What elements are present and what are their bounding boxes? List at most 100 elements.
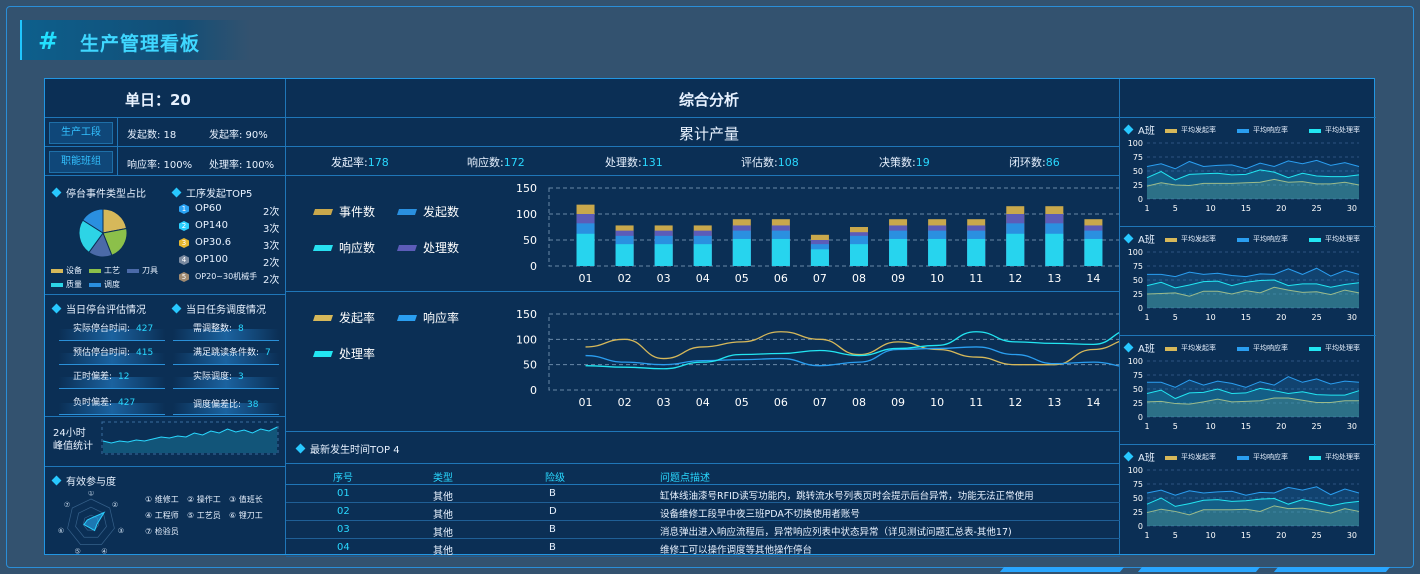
bar-响应数-05 xyxy=(732,238,751,266)
panel-legend-平均响应率: 平均响应率 xyxy=(1253,126,1288,134)
role-item: ⑥ 锂刀工 xyxy=(229,511,263,520)
eval-value: 12 xyxy=(118,372,130,382)
table-cell: B xyxy=(549,488,556,499)
stat-key: 处理数: xyxy=(605,156,642,169)
stat-item: 响应数:172 xyxy=(467,154,525,170)
table-cell: 04 xyxy=(337,542,350,553)
table-cell: 02 xyxy=(337,506,350,517)
x-tick: 15 xyxy=(1241,204,1251,213)
badge-function-team[interactable]: 职能班组 xyxy=(49,151,113,173)
launch-rate: 发起率: 90% xyxy=(209,130,268,141)
line-chart: 发起率 响应率处理率 150 100 50 0 01 02 03 04 05 06 07 08 09 10 11… xyxy=(313,308,1119,409)
pie-legend-调度: 调度 xyxy=(104,280,120,289)
pie-title: 停台事件类型占比 xyxy=(51,185,146,200)
dispatch-title-text: 当日任务调度情况 xyxy=(186,305,266,316)
y-tick: 50 xyxy=(523,359,537,372)
legend-swatch xyxy=(1237,456,1249,460)
dispatch-item: 实际调度: 3 xyxy=(193,369,244,382)
dispatch-key: 满足跳读条件数: xyxy=(193,348,260,358)
eval-title: 当日停台评估情况 xyxy=(51,301,146,316)
x-tick: 08 xyxy=(852,272,866,285)
x-tick: 05 xyxy=(735,272,749,285)
x-tick: 01 xyxy=(579,272,593,285)
legend-label-处理率: 处理率 xyxy=(339,346,375,361)
x-tick: 07 xyxy=(813,272,827,285)
x-tick: 12 xyxy=(1008,272,1022,285)
diamond-icon xyxy=(51,475,62,486)
x-tick: 04 xyxy=(696,396,710,409)
legend-label-事件数: 事件数 xyxy=(339,204,375,219)
dispatch-title: 当日任务调度情况 xyxy=(171,301,266,316)
stat-item: 决策数:19 xyxy=(879,154,930,170)
eval-value: 427 xyxy=(136,324,154,334)
radar-axis-label: ② xyxy=(112,501,118,509)
eval-key: 负时偏差: xyxy=(73,398,113,408)
bar-响应数-04 xyxy=(693,244,712,266)
panel-legend-平均响应率: 平均响应率 xyxy=(1253,344,1288,352)
analysis-title: 综合分析 xyxy=(679,91,740,109)
diamond-icon xyxy=(1123,124,1134,135)
stat-key: 评估数: xyxy=(741,156,778,169)
top5-count: 2次 xyxy=(263,275,280,286)
top5-name: OP30.6 xyxy=(195,237,232,248)
y-tick: 75 xyxy=(1133,262,1143,271)
legend-label-处理数: 处理数 xyxy=(423,240,459,255)
stat-item: 发起率:178 xyxy=(331,154,389,170)
panel-legend-平均处理率: 平均处理率 xyxy=(1325,126,1360,134)
event-type-pie xyxy=(78,208,128,258)
y-tick: 150 xyxy=(516,308,537,321)
legend-swatch xyxy=(51,283,63,287)
x-tick: 1 xyxy=(1144,422,1149,431)
pie-title-text: 停台事件类型占比 xyxy=(66,189,146,200)
panel-title-text: A班 xyxy=(1138,235,1155,246)
participation-title: 有效参与度 xyxy=(51,473,116,488)
y-tick: 50 xyxy=(1133,385,1143,394)
x-tick: 10 xyxy=(1206,204,1216,213)
participation-title-text: 有效参与度 xyxy=(66,477,116,488)
legend-swatch xyxy=(89,269,101,273)
x-tick: 11 xyxy=(969,396,983,409)
y-tick: 50 xyxy=(523,234,537,247)
panel-title: A班 xyxy=(1123,340,1155,355)
x-tick: 5 xyxy=(1173,204,1178,213)
dispatch-value: 8 xyxy=(238,324,244,334)
table-cell: 03 xyxy=(337,524,350,535)
eval-key: 实际停台时间: xyxy=(73,324,131,334)
stat-key: 响应数: xyxy=(467,156,504,169)
x-tick: 25 xyxy=(1312,422,1322,431)
x-tick: 13 xyxy=(1047,272,1061,285)
table-cell: 设备维修工段早中夜三班PDA不切换使用者账号 xyxy=(660,509,860,520)
header-bar: # 生产管理看板 xyxy=(20,20,250,60)
x-tick: 5 xyxy=(1173,531,1178,540)
stat-item: 处理数:131 xyxy=(605,154,663,170)
diamond-icon xyxy=(295,443,306,454)
legend-swatch xyxy=(397,315,417,321)
table-cell: 其他 xyxy=(433,546,453,557)
top5-name: OP20~30机械手 xyxy=(195,272,258,281)
x-tick: 10 xyxy=(1206,531,1216,540)
bar-响应数-12 xyxy=(1006,233,1025,266)
role-item: ③ 值班长 xyxy=(229,495,263,504)
pie-legend-刀具: 刀具 xyxy=(142,266,158,275)
stat-item: 闭环数:86 xyxy=(1009,154,1060,170)
y-tick: 0 xyxy=(1138,195,1143,204)
panel-title: A班 xyxy=(1123,231,1155,246)
response-rate: 响应率: 100% xyxy=(127,160,193,171)
x-tick: 13 xyxy=(1047,396,1061,409)
panel-title-text: A班 xyxy=(1138,453,1155,464)
diamond-icon xyxy=(171,187,182,198)
series-line-发起率 xyxy=(585,331,1119,366)
pie-legend-质量: 质量 xyxy=(66,280,82,289)
dispatch-key: 调度偏差比: xyxy=(193,400,242,410)
x-tick: 15 xyxy=(1241,531,1251,540)
footer-accent-1 xyxy=(999,567,1125,572)
table-cell: 缸体线油漆号RFID读写功能内，跳转流水号列表页时会提示后台异常，功能无法正常使… xyxy=(660,491,1034,502)
team-area-chart: 10075502501 5 10 15 20 25 30 xyxy=(1128,139,1360,213)
panel-legend-平均处理率: 平均处理率 xyxy=(1325,235,1360,243)
panel-legend-平均处理率: 平均处理率 xyxy=(1325,344,1360,352)
badge-production[interactable]: 生产工段 xyxy=(49,122,113,144)
y-tick: 100 xyxy=(1128,248,1143,257)
legend-swatch xyxy=(1165,456,1177,460)
table-header-0: 序号 xyxy=(333,473,353,484)
diamond-icon xyxy=(51,187,62,198)
